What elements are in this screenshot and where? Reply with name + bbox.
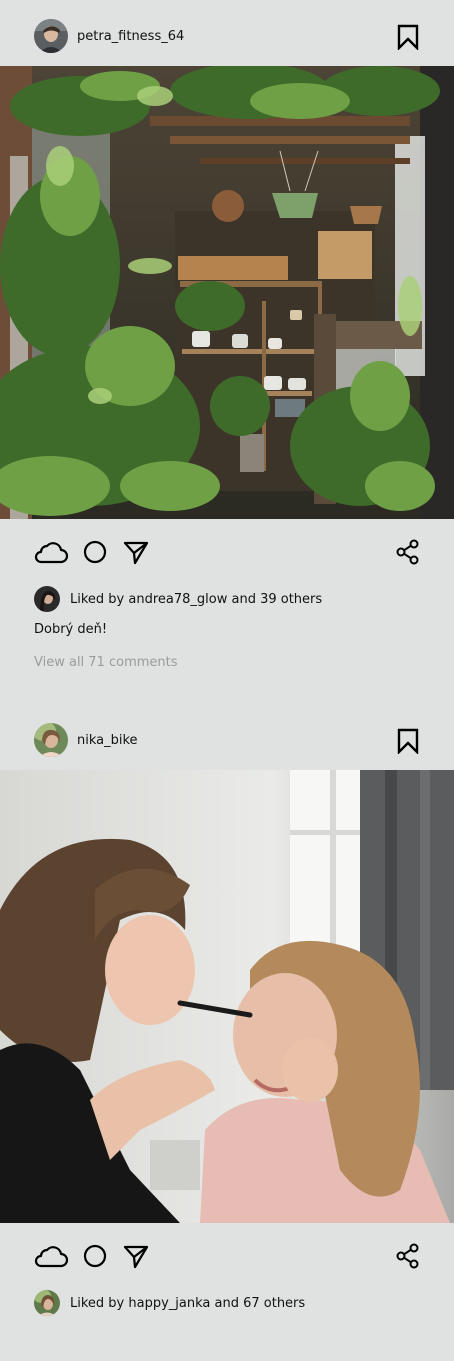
view-comments-link[interactable]: View all 71 comments xyxy=(34,654,178,672)
avatar[interactable] xyxy=(34,1290,60,1316)
cloud-icon[interactable] xyxy=(33,1243,69,1269)
post-image[interactable] xyxy=(0,66,454,519)
post: nika_bike Liked by happy_janka and 67 ot… xyxy=(0,704,454,1361)
bookmark-icon[interactable] xyxy=(396,728,420,755)
circle-icon[interactable] xyxy=(82,1243,108,1269)
send-arrow-icon[interactable] xyxy=(122,1243,150,1269)
share-icon[interactable] xyxy=(395,539,421,565)
likes-count-text[interactable]: Liked by happy_janka and 67 others xyxy=(70,1295,305,1313)
share-icon[interactable] xyxy=(395,1243,421,1269)
feed: petra_fitness_64 Liked by andrea78_glow … xyxy=(0,0,454,1361)
username[interactable]: nika_bike xyxy=(77,732,138,750)
post: petra_fitness_64 Liked by andrea78_glow … xyxy=(0,0,454,704)
likes-count-text[interactable]: Liked by andrea78_glow and 39 others xyxy=(70,591,322,609)
username[interactable]: petra_fitness_64 xyxy=(77,28,184,46)
avatar[interactable] xyxy=(34,19,68,53)
post-actions xyxy=(0,519,454,585)
likes-row: Liked by happy_janka and 67 others xyxy=(0,1290,454,1320)
avatar[interactable] xyxy=(34,723,68,757)
post-header: nika_bike xyxy=(0,704,454,770)
bookmark-icon[interactable] xyxy=(396,24,420,51)
post-actions xyxy=(0,1223,454,1289)
avatar[interactable] xyxy=(34,586,60,612)
circle-icon[interactable] xyxy=(82,539,108,565)
post-header: petra_fitness_64 xyxy=(0,0,454,66)
post-caption: Dobrý deň! xyxy=(34,622,108,637)
cloud-icon[interactable] xyxy=(33,539,69,565)
send-arrow-icon[interactable] xyxy=(122,539,150,565)
likes-row: Liked by andrea78_glow and 39 others xyxy=(0,586,454,616)
post-image[interactable] xyxy=(0,770,454,1223)
